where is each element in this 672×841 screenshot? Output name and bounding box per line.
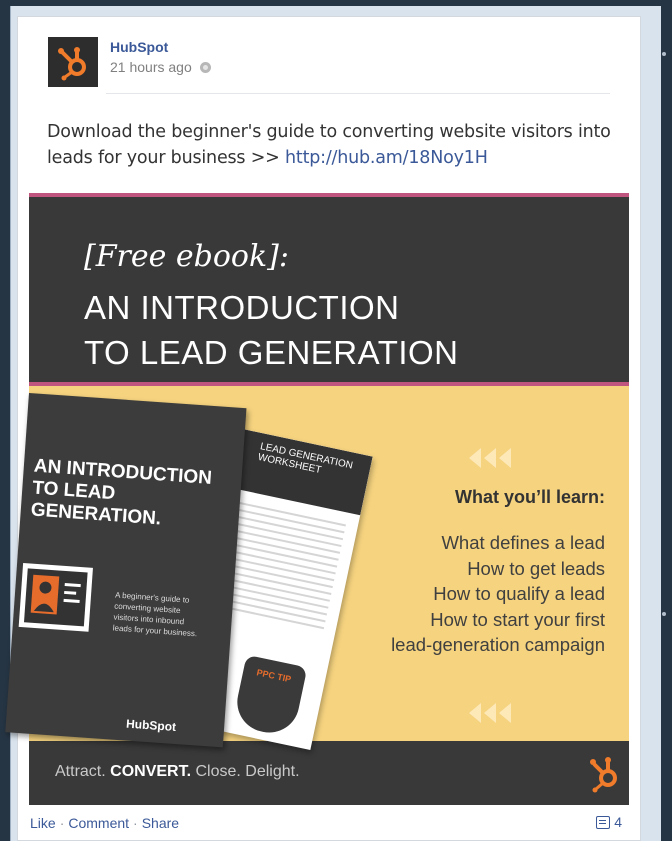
learn-heading: What you’ll learn: — [454, 487, 605, 507]
ebook-tag: [Free ebook]: — [84, 239, 289, 274]
learn-item: What defines a lead — [441, 532, 605, 553]
comment-count-icon — [596, 815, 611, 829]
hubspot-sprocket-icon — [58, 47, 86, 81]
post-image[interactable]: [Free ebook]: AN INTRODUCTION TO LEAD GE… — [5, 193, 629, 805]
scroll-marker — [662, 52, 666, 56]
post-actions: Like · Comment · Share — [30, 815, 180, 831]
like-link[interactable]: Like — [30, 815, 56, 831]
learn-item: How to qualify a lead — [433, 583, 605, 604]
banner-title-line1: AN INTRODUCTION — [84, 289, 400, 326]
comment-count-button[interactable]: 4 — [596, 814, 622, 830]
globe-icon — [199, 61, 211, 73]
message-link[interactable]: http://hub.am/18Noy1H — [285, 148, 488, 168]
shield-icon: PPC TIP — [231, 654, 308, 739]
post-timestamp[interactable]: 21 hours ago — [110, 59, 211, 75]
header-divider — [106, 93, 610, 94]
hubspot-logo-icon — [590, 757, 617, 793]
post-message: Download the beginner's guide to convert… — [47, 119, 627, 171]
chevrons-icon — [469, 703, 511, 723]
book-title: AN INTRODUCTION TO LEAD GENERATION. — [30, 455, 213, 530]
book-publisher: HubSpot — [125, 716, 177, 735]
tagline-close-delight: Close. Delight. — [195, 763, 300, 780]
page-name-link[interactable]: HubSpot — [110, 39, 168, 55]
learn-item: lead-generation campaign — [391, 634, 605, 655]
chevrons-icon — [469, 448, 511, 468]
post-header: HubSpot 21 hours ago — [48, 35, 608, 87]
share-link[interactable]: Share — [142, 815, 179, 831]
comment-link[interactable]: Comment — [68, 815, 129, 831]
page-avatar[interactable] — [48, 37, 98, 87]
learn-list: What defines a lead How to get leads How… — [391, 530, 605, 658]
comment-count: 4 — [614, 814, 622, 830]
profile-card-icon — [18, 563, 93, 632]
tagline-attract: Attract. — [55, 763, 106, 780]
feed-post: HubSpot 21 hours ago Download the beginn… — [5, 16, 641, 841]
banner-title-line2: TO LEAD GENERATION — [84, 334, 459, 371]
learn-item: How to get leads — [467, 557, 605, 579]
tagline-convert: CONVERT. — [110, 763, 192, 780]
scrollbar[interactable] — [660, 16, 668, 841]
ebook-cover-mockup: AN INTRODUCTION TO LEAD GENERATION. A be… — [5, 393, 247, 748]
timestamp-text: 21 hours ago — [110, 59, 192, 75]
banner-tagline: Attract. CONVERT. Close. Delight. — [55, 763, 300, 781]
book-description: A beginner's guide to converting website… — [112, 590, 198, 639]
learn-item: How to start your first — [430, 608, 605, 630]
scroll-marker — [662, 612, 666, 616]
